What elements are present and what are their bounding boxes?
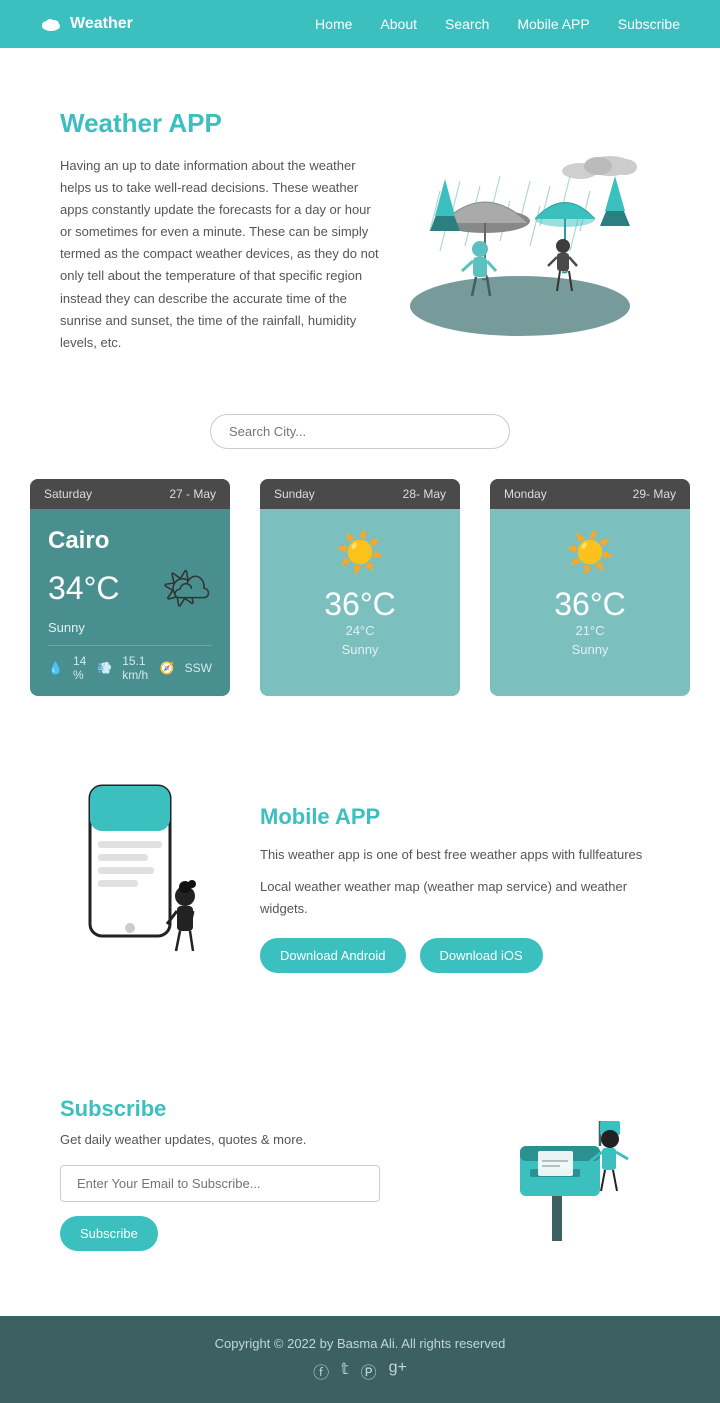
card-condition-sunday: Sunny [342,642,379,657]
sun-icon-sunday: ☀️ [335,529,385,576]
mobile-line2: Local weather weather map (weather map s… [260,876,660,920]
card-condition-saturday: Sunny [48,620,212,635]
card-date-monday: 29- May [633,487,676,501]
subscribe-button[interactable]: Subscribe [60,1216,158,1251]
card-condition-monday: Sunny [572,642,609,657]
subscribe-illustration [480,1091,660,1256]
nav-about[interactable]: About [380,16,417,32]
humidity-value: 14 % [73,654,87,682]
card-date-saturday: 27 - May [169,487,216,501]
mobile-app-svg [60,776,220,996]
download-ios-button[interactable]: Download iOS [420,938,543,973]
mobile-title: Mobile APP [260,804,660,830]
subscribe-email-input[interactable] [60,1165,380,1202]
cloud-icon [40,16,62,32]
wind-icon: 💨 [97,661,112,675]
mailbox-svg [480,1091,640,1251]
weather-card-sunday: Sunday 28- May ☀️ 36°C 24°C Sunny [260,479,460,696]
search-input[interactable] [210,414,510,449]
subscribe-input-wrap [60,1165,440,1202]
sun-icon-monday: ☀️ [565,529,615,576]
social-googleplus[interactable]: g+ [389,1359,407,1383]
brand-name: Weather [70,15,133,33]
card-body-sunday: ☀️ 36°C 24°C Sunny [260,509,460,681]
direction-icon: 🧭 [160,661,175,675]
mobile-text-content: Mobile APP This weather app is one of be… [260,804,660,973]
card-date-sunday: 28- May [403,487,446,501]
weather-card-monday: Monday 29- May ☀️ 36°C 21°C Sunny [490,479,690,696]
nav-home[interactable]: Home [315,16,352,32]
weather-cards-container: Saturday 27 - May Cairo 34°C 🌤 Sunny 💧 1… [0,479,720,746]
card-footer-saturday: 💧 14 % 💨 15.1 km/h 🧭 SSW [48,645,212,682]
card-temp-saturday: 34°C [48,570,120,607]
subscribe-description: Get daily weather updates, quotes & more… [60,1132,440,1147]
humidity-icon: 💧 [48,661,63,675]
mobile-section: Mobile APP This weather app is one of be… [0,746,720,1051]
hero-title: Weather APP [60,108,380,139]
nav-links: Home About Search Mobile APP Subscribe [315,16,680,32]
card-temp-monday: 36°C [554,586,626,623]
card-temp-secondary-monday: 21°C [575,623,604,638]
nav-mobile-app[interactable]: Mobile APP [517,16,589,32]
navigation: Weather Home About Search Mobile APP Sub… [0,0,720,48]
weather-card-saturday: Saturday 27 - May Cairo 34°C 🌤 Sunny 💧 1… [30,479,230,696]
hero-text: Weather APP Having an up to date informa… [60,108,380,354]
social-pinterest[interactable]: Ⓟ [361,1359,377,1383]
social-twitter[interactable]: 𝕥 [341,1359,348,1383]
subscribe-section: Subscribe Get daily weather updates, quo… [0,1051,720,1316]
card-body-saturday: Cairo 34°C 🌤 Sunny 💧 14 % 💨 15.1 km/h 🧭 … [30,509,230,696]
subscribe-title: Subscribe [60,1096,440,1122]
card-header-saturday: Saturday 27 - May [30,479,230,509]
card-header-monday: Monday 29- May [490,479,690,509]
card-city-cairo: Cairo [48,527,212,555]
card-temp-sunday: 36°C [324,586,396,623]
mobile-illustration [60,776,220,1001]
search-section [0,394,720,479]
wind-value: 15.1 km/h [122,654,150,682]
hero-section: Weather APP Having an up to date informa… [0,48,720,394]
card-temp-secondary-sunday: 24°C [345,623,374,638]
card-day-saturday: Saturday [44,487,92,501]
card-day-sunday: Sunday [274,487,315,501]
card-header-sunday: Sunday 28- May [260,479,460,509]
hero-illustration [380,111,660,351]
brand-logo[interactable]: Weather [40,15,133,33]
mobile-buttons: Download Android Download iOS [260,938,660,973]
nav-search[interactable]: Search [445,16,489,32]
direction-value: SSW [185,661,212,675]
footer: Copyright © 2022 by Basma Ali. All right… [0,1316,720,1403]
download-android-button[interactable]: Download Android [260,938,406,973]
social-facebook[interactable]: ⓕ [313,1359,329,1383]
sun-icon-saturday: 🌤 [161,565,212,612]
card-temp-row-saturday: 34°C 🌤 [48,565,212,612]
subscribe-left: Subscribe Get daily weather updates, quo… [60,1096,440,1251]
card-body-monday: ☀️ 36°C 21°C Sunny [490,509,690,681]
card-day-monday: Monday [504,487,547,501]
nav-subscribe[interactable]: Subscribe [618,16,680,32]
social-icons: ⓕ 𝕥 Ⓟ g+ [40,1359,680,1383]
search-input-wrap [210,414,510,449]
hero-image-svg [380,111,660,351]
mobile-line1: This weather app is one of best free wea… [260,844,660,866]
hero-description: Having an up to date information about t… [60,155,380,354]
footer-copyright: Copyright © 2022 by Basma Ali. All right… [40,1336,680,1351]
